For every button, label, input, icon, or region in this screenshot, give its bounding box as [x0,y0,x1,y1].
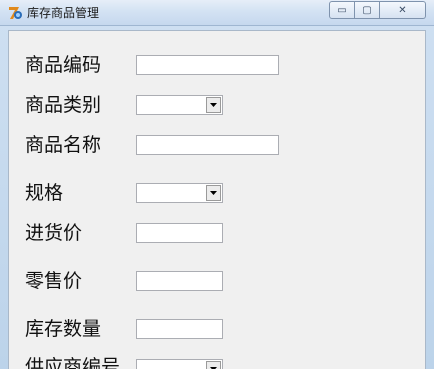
product-code-label: 商品编码 [25,54,102,76]
form-panel: 商品编码 商品类别 商品名称 规格 进货价 零售价 库存数量 供应商编号 [8,30,426,369]
minimize-icon: ▭ [337,4,347,16]
close-icon: ✕ [398,4,407,16]
minimize-button[interactable]: ▭ [329,1,355,19]
retail-price-input[interactable] [136,271,223,291]
maximize-icon: ▢ [362,4,372,16]
retail-price-label: 零售价 [25,270,83,292]
app-window: 库存商品管理 ▭ ▢ ✕ 商品编码 商品类别 商品名称 规格 进货价 零售价 库… [0,0,434,369]
specification-label: 规格 [25,182,64,204]
product-code-input[interactable] [136,55,279,75]
window-controls: ▭ ▢ ✕ [329,1,426,20]
chevron-down-icon [210,191,217,195]
supplier-id-label: 供应商编号 [25,356,121,369]
supplier-id-dropdown-button[interactable] [206,361,221,369]
maximize-button[interactable]: ▢ [355,1,380,19]
specification-select[interactable] [136,183,223,203]
chevron-down-icon [210,103,217,107]
title-bar[interactable]: 库存商品管理 ▭ ▢ ✕ [0,0,434,26]
window-title: 库存商品管理 [27,6,100,20]
app-icon [7,5,23,21]
stock-quantity-input[interactable] [136,319,223,339]
stock-quantity-label: 库存数量 [25,318,102,340]
supplier-id-select[interactable] [136,359,223,369]
specification-dropdown-button[interactable] [206,185,221,201]
product-category-label: 商品类别 [25,94,102,116]
product-category-dropdown-button[interactable] [206,97,221,113]
product-name-input[interactable] [136,135,279,155]
purchase-price-label: 进货价 [25,222,83,244]
purchase-price-input[interactable] [136,223,223,243]
close-button[interactable]: ✕ [380,1,426,19]
product-category-select[interactable] [136,95,223,115]
product-name-label: 商品名称 [25,134,102,156]
